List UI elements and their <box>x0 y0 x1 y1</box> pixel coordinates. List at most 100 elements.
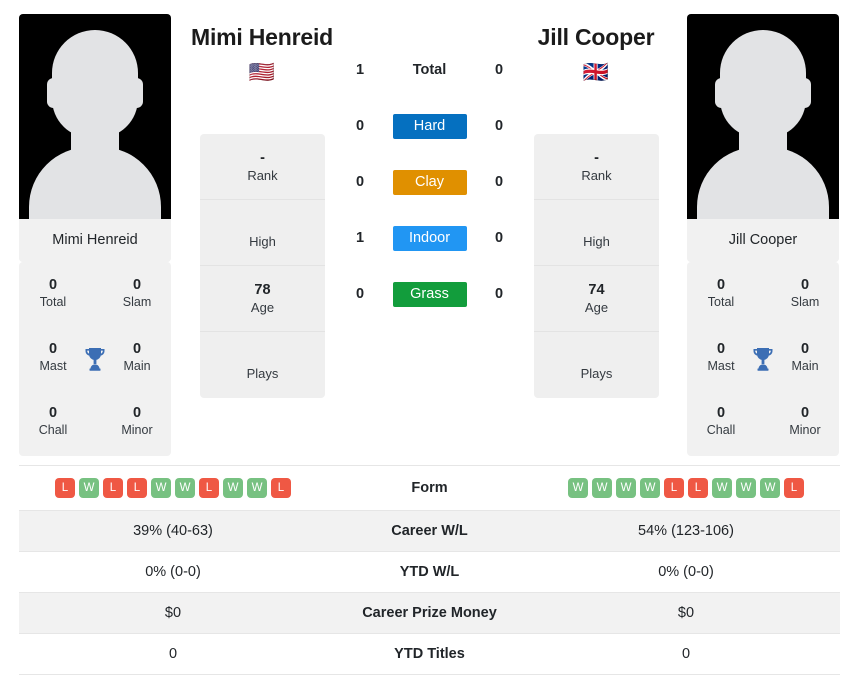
h2h-score-left: 1 <box>355 230 365 246</box>
h2h-score-right: 0 <box>494 230 504 246</box>
form-badge-loss[interactable]: L <box>55 478 75 498</box>
form-badges-left: LWLLWWLWWL <box>19 478 327 498</box>
form-badge-loss[interactable]: L <box>688 478 708 498</box>
info-label: Plays <box>580 366 613 381</box>
table-row-ytd-wl: 0% (0-0) YTD W/L 0% (0-0) <box>19 552 840 593</box>
titles-stat-mast-right: 0 Mast <box>693 340 749 375</box>
form-badge-win[interactable]: W <box>568 478 588 498</box>
career-prize-money-left: $0 <box>164 605 182 621</box>
form-badge-loss[interactable]: L <box>784 478 804 498</box>
h2h-score-left: 1 <box>355 62 365 78</box>
row-label-ytd-wl: YTD W/L <box>399 564 460 580</box>
form-badge-loss[interactable]: L <box>103 478 123 498</box>
titles-label: Chall <box>706 423 736 437</box>
info-label: High <box>583 233 610 249</box>
form-badge-win[interactable]: W <box>592 478 612 498</box>
titles-panel-right: 0 Total 0 Slam 0 Mast 0 Main 0 Chall 0 M… <box>687 262 839 456</box>
form-badge-win[interactable]: W <box>223 478 243 498</box>
player-info-card-left: - Rank High 78 Age Plays <box>200 134 325 398</box>
h2h-score-right: 0 <box>494 286 504 302</box>
info-label: Rank <box>581 167 612 183</box>
surface-badge-hard[interactable]: Hard <box>392 113 467 139</box>
h2h-score-left: 0 <box>355 174 365 190</box>
titles-value: 0 <box>48 277 58 293</box>
info-label: Age <box>250 299 275 315</box>
form-badge-win[interactable]: W <box>151 478 171 498</box>
h2h-total-label: Total <box>412 62 447 78</box>
form-badge-win[interactable]: W <box>760 478 780 498</box>
player-comparison-header: Mimi Henreid Jill Cooper 0 Total 0 Slam … <box>0 0 859 465</box>
titles-label: Minor <box>789 423 821 437</box>
form-badge-win[interactable]: W <box>640 478 660 498</box>
trophy-icon <box>80 344 110 374</box>
titles-stat-total-left: 0 Total <box>25 276 81 311</box>
uk-flag-icon: 🇬🇧 <box>582 61 610 84</box>
info-label: High <box>249 233 276 249</box>
titles-value: 0 <box>132 277 142 293</box>
info-cell-age-left: 78 Age <box>200 266 325 332</box>
player-photo-caption-left: Mimi Henreid <box>19 219 171 262</box>
titles-stat-mast-left: 0 Mast <box>25 340 81 375</box>
silhouette-ear-right-icon <box>798 78 811 108</box>
info-value: 78 <box>254 281 271 298</box>
form-badge-loss[interactable]: L <box>127 478 147 498</box>
head-to-head-panel: 1 Total 0 0 Hard 0 0 Clay 0 1 Indoor 0 0… <box>342 56 517 308</box>
titles-value: 0 <box>716 341 726 357</box>
form-badge-win[interactable]: W <box>616 478 636 498</box>
table-row-career-prize-money: $0 Career Prize Money $0 <box>19 593 840 634</box>
surface-badge-indoor[interactable]: Indoor <box>392 225 467 251</box>
titles-stat-slam-left: 0 Slam <box>109 276 165 311</box>
row-label-form: Form <box>411 480 448 496</box>
ytd-wl-right: 0% (0-0) <box>658 564 714 580</box>
info-label: Age <box>584 299 609 315</box>
career-wl-right: 54% (123-106) <box>638 523 734 539</box>
titles-label: Main <box>123 359 151 373</box>
info-cell-age-right: 74 Age <box>534 266 659 332</box>
row-label-ytd-titles: YTD Titles <box>394 646 465 662</box>
titles-panel-left: 0 Total 0 Slam 0 Mast 0 Main 0 Chall 0 M… <box>19 262 171 456</box>
titles-label: Main <box>791 359 819 373</box>
silhouette-ear-left-icon <box>715 78 728 108</box>
info-cell-plays-left: Plays <box>200 332 325 398</box>
form-badge-loss[interactable]: L <box>271 478 291 498</box>
table-row-form: LWLLWWLWWL Form WWWWLLWWWL <box>19 466 840 511</box>
player-name-right: Jill Cooper <box>537 24 655 50</box>
player-info-card-right: - Rank High 74 Age Plays <box>534 134 659 398</box>
row-label-career-prize-money: Career Prize Money <box>362 605 497 621</box>
form-badge-win[interactable]: W <box>736 478 756 498</box>
form-badge-loss[interactable]: L <box>199 478 219 498</box>
titles-stat-chall-right: 0 Chall <box>693 404 749 439</box>
h2h-score-left: 0 <box>355 286 365 302</box>
table-row-ytd-titles: 0 YTD Titles 0 <box>19 634 840 675</box>
form-badge-loss[interactable]: L <box>664 478 684 498</box>
info-cell-plays-right: Plays <box>534 332 659 398</box>
h2h-row-hard: 0 Hard 0 <box>342 112 517 140</box>
form-badge-win[interactable]: W <box>247 478 267 498</box>
surface-badge-grass[interactable]: Grass <box>392 281 467 307</box>
ytd-titles-left: 0 <box>168 646 178 662</box>
titles-label: Slam <box>790 295 820 309</box>
titles-label: Mast <box>707 359 735 373</box>
info-label: Rank <box>247 167 278 183</box>
form-badge-win[interactable]: W <box>79 478 99 498</box>
h2h-score-right: 0 <box>494 174 504 190</box>
titles-stat-main-left: 0 Main <box>109 340 165 375</box>
form-badge-win[interactable]: W <box>712 478 732 498</box>
titles-value: 0 <box>48 341 58 357</box>
silhouette-body-icon <box>697 147 829 219</box>
form-badge-win[interactable]: W <box>175 478 195 498</box>
player-photo-caption-right: Jill Cooper <box>687 219 839 262</box>
info-value: - <box>260 149 265 166</box>
titles-value: 0 <box>716 405 726 421</box>
ytd-wl-left: 0% (0-0) <box>145 564 201 580</box>
comparison-table: LWLLWWLWWL Form WWWWLLWWWL 39% (40-63) C… <box>19 465 840 675</box>
titles-stat-slam-right: 0 Slam <box>777 276 833 311</box>
info-cell-high-left: High <box>200 200 325 266</box>
surface-badge-clay[interactable]: Clay <box>392 169 467 195</box>
titles-label: Total <box>707 295 735 309</box>
trophy-icon <box>748 344 778 374</box>
h2h-row-total: 1 Total 0 <box>342 56 517 84</box>
titles-label: Chall <box>38 423 68 437</box>
career-prize-money-right: $0 <box>677 605 695 621</box>
titles-value: 0 <box>132 405 142 421</box>
